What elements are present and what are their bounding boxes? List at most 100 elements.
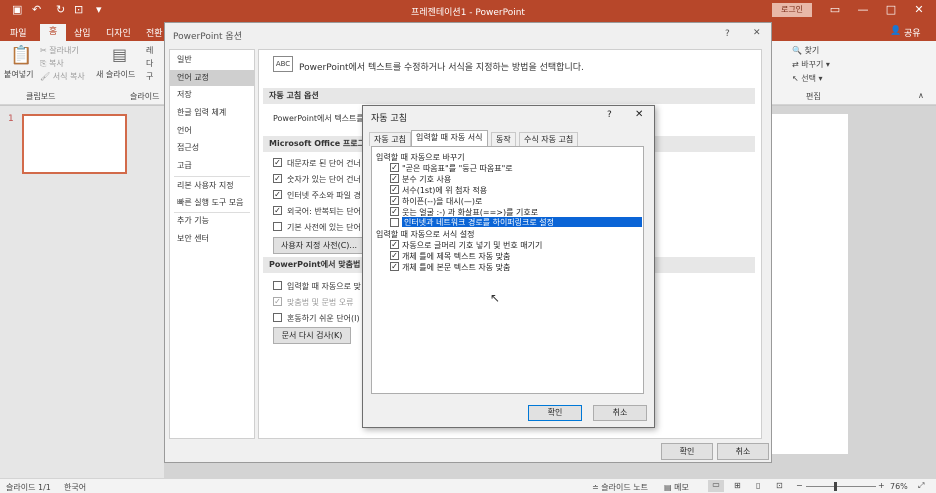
bullets-numbering-checkbox[interactable]: ✓ (390, 240, 399, 249)
fractions-checkbox[interactable]: ✓ (390, 174, 399, 183)
share-button[interactable]: 공유 (904, 26, 921, 39)
autocorrect-cancel-button[interactable]: 취소 (593, 405, 647, 421)
reading-view-icon[interactable]: ▯ (756, 481, 760, 490)
nav-addins[interactable]: 추가 기능 (170, 213, 254, 229)
nav-quick-access[interactable]: 빠른 실행 도구 모음 (170, 195, 254, 211)
select-label: 선택 (801, 74, 816, 83)
smart-quotes-label: "곧은 따옴표"를 "둥근 따옴표"로 (402, 164, 513, 173)
ignore-numbers-checkbox[interactable]: ✓ (273, 174, 282, 183)
tab-actions[interactable]: 동작 (491, 132, 516, 146)
hyphens-checkbox[interactable]: ✓ (390, 196, 399, 205)
hide-errors-checkbox[interactable]: ✓ (273, 297, 282, 306)
zoom-in-icon[interactable]: + (878, 481, 885, 490)
autocorrect-close-icon[interactable]: ✕ (635, 109, 643, 120)
slide-canvas[interactable] (772, 114, 848, 454)
new-slide-icon[interactable]: ▤ (112, 45, 127, 64)
repeated-words-checkbox[interactable]: ✓ (273, 206, 282, 215)
abc-check-icon: ABC (273, 56, 293, 72)
section-autocorrect: 자동 고침 옵션 (263, 88, 755, 104)
nav-korean-input[interactable]: 한글 입력 체계 (170, 105, 254, 121)
login-button[interactable]: 로그인 (772, 3, 812, 17)
tab-home[interactable]: 홈 (40, 24, 66, 41)
autocorrect-help-icon[interactable]: ? (607, 110, 612, 120)
comments-button[interactable]: ▤ 메모 (664, 482, 689, 493)
autofit-title-checkbox[interactable]: ✓ (390, 251, 399, 260)
language-status[interactable]: 한국어 (64, 482, 86, 493)
smart-quotes-checkbox[interactable]: ✓ (390, 163, 399, 172)
tab-insert[interactable]: 삽입 (74, 26, 91, 39)
paste-button[interactable]: 붙여넣기 (4, 69, 33, 80)
replace-as-you-type-heading: 입력할 때 자동으로 바꾸기 (376, 153, 465, 162)
slide-sorter-icon[interactable]: ⊞ (734, 481, 741, 490)
tab-math-autocorrect[interactable]: 수식 자동 고침 (519, 132, 579, 146)
paste-icon[interactable]: 📋 (10, 45, 32, 66)
hyperlinks-checkbox[interactable] (390, 218, 399, 227)
ordinals-label: 서수(1st)에 위 첨자 적용 (402, 186, 488, 195)
zoom-level[interactable]: 76% (890, 482, 908, 491)
ribbon-display-icon[interactable]: ▭ (828, 3, 842, 16)
nav-advanced[interactable]: 고급 (170, 158, 254, 174)
fit-slide-icon[interactable]: ⤢ (918, 481, 924, 491)
close-icon[interactable]: ✕ (912, 3, 926, 16)
notes-button[interactable]: ≐ 슬라이드 노트 (592, 482, 648, 493)
nav-general[interactable]: 일반 (170, 52, 254, 68)
autocorrect-ok-button[interactable]: 확인 (528, 405, 582, 421)
smileys-checkbox[interactable]: ✓ (390, 207, 399, 216)
nav-save[interactable]: 저장 (170, 87, 254, 103)
replace-button[interactable]: ⇄ 바꾸기 ▾ (792, 59, 830, 70)
title-bar: ▣ ↶ ↻ ⊡ ▾ 프레젠테이션1 - PowerPoint 로그인 ▭ — □… (0, 0, 936, 22)
slide-thumbnail[interactable] (22, 114, 127, 174)
format-painter-button[interactable]: 🖌 서식 복사 (40, 71, 85, 82)
autocorrect-title: 자동 고침 (371, 114, 407, 124)
options-help-icon[interactable]: ? (725, 29, 730, 39)
layout-button[interactable]: 레 (146, 45, 153, 56)
collapse-ribbon-icon[interactable]: ∧ (918, 91, 924, 100)
check-spelling-checkbox[interactable] (273, 281, 282, 290)
tab-autocorrect[interactable]: 자동 고침 (369, 132, 411, 146)
minimize-icon[interactable]: — (856, 3, 870, 16)
confused-words-checkbox[interactable] (273, 313, 282, 322)
tab-file[interactable]: 파일 (10, 26, 27, 39)
options-ok-button[interactable]: 확인 (661, 443, 713, 460)
nav-language[interactable]: 언어 (170, 123, 254, 139)
nav-accessibility[interactable]: 접근성 (170, 140, 254, 156)
select-button[interactable]: ↖ 선택 ▾ (792, 73, 823, 84)
autocorrect-desc: PowerPoint에서 텍스트를 (273, 114, 364, 123)
user-icon[interactable]: 👤 (890, 26, 901, 36)
options-cancel-button[interactable]: 취소 (717, 443, 769, 460)
options-header: PowerPoint에서 텍스트를 수정하거나 서식을 지정하는 방법을 선택합… (299, 63, 584, 73)
normal-view-icon[interactable]: ▭ (708, 480, 724, 492)
ignore-uppercase-checkbox[interactable]: ✓ (273, 158, 282, 167)
recheck-document-button[interactable]: 문서 다시 검사(K) (273, 327, 351, 344)
section-button[interactable]: 구 (146, 71, 153, 82)
new-slide-button[interactable]: 새 슬라이드 (96, 69, 135, 80)
tab-transitions[interactable]: 전환 (146, 26, 163, 39)
ignore-numbers-label: 숫자가 있는 단어 건너 (287, 175, 361, 184)
hyphens-label: 하이픈(--)을 대시(—)로 (402, 197, 483, 206)
reset-button[interactable]: 다 (146, 58, 153, 69)
nav-proofing[interactable]: 언어 교정 (170, 70, 254, 86)
copy-button[interactable]: ⎘ 복사 (40, 58, 64, 69)
nav-trust-center[interactable]: 보안 센터 (170, 231, 254, 247)
edit-group-label: 편집 (806, 92, 821, 101)
slide-number: 1 (8, 114, 14, 124)
options-close-icon[interactable]: ✕ (753, 28, 761, 38)
clipboard-group-label: 클립보드 (26, 92, 56, 101)
tab-design[interactable]: 디자인 (106, 26, 131, 39)
autofit-body-checkbox[interactable]: ✓ (390, 262, 399, 271)
cut-button[interactable]: ✂ 잘라내기 (40, 45, 79, 56)
ordinals-checkbox[interactable]: ✓ (390, 185, 399, 194)
maximize-icon[interactable]: □ (884, 3, 898, 16)
find-button[interactable]: 🔍 찾기 (792, 45, 819, 56)
tab-autoformat-as-you-type[interactable]: 입력할 때 자동 서식 (411, 130, 488, 147)
main-dict-checkbox[interactable] (273, 222, 282, 231)
zoom-out-icon[interactable]: − (796, 481, 803, 490)
nav-customize-ribbon[interactable]: 리본 사용자 지정 (170, 178, 254, 194)
custom-dictionaries-button[interactable]: 사용자 지정 사전(C)... (273, 237, 365, 254)
ignore-urls-checkbox[interactable]: ✓ (273, 190, 282, 199)
autoformat-panel: 입력할 때 자동으로 바꾸기 ✓ "곧은 따옴표"를 "둥근 따옴표"로 ✓ 분… (371, 146, 644, 394)
slideshow-icon[interactable]: ⊡ (776, 481, 783, 490)
zoom-slider-thumb[interactable] (834, 482, 837, 491)
repeated-words-label: 외국어: 반복되는 단어 (287, 207, 362, 216)
zoom-slider[interactable] (806, 486, 876, 487)
